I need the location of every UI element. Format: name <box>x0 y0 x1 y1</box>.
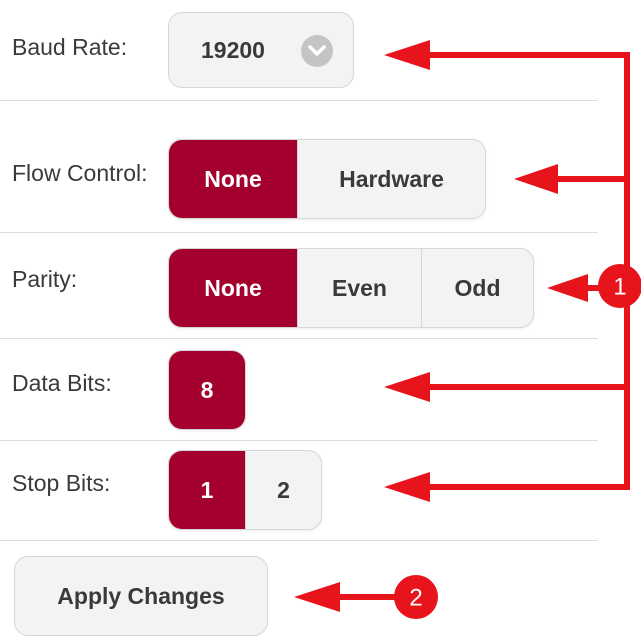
arrow-to-parity <box>547 274 588 302</box>
arrow-to-stop-bits <box>384 472 430 502</box>
arrow-to-data-bits <box>384 372 430 402</box>
callout-1-number: 1 <box>613 274 626 301</box>
callout-1-bracket <box>422 52 630 490</box>
annotation-overlay: 1 2 <box>294 40 641 619</box>
callout-2-number: 2 <box>409 585 422 612</box>
arrow-to-apply-button <box>294 582 340 612</box>
arrow-to-flow-control <box>514 164 558 194</box>
arrow-to-baud-rate <box>384 40 430 70</box>
